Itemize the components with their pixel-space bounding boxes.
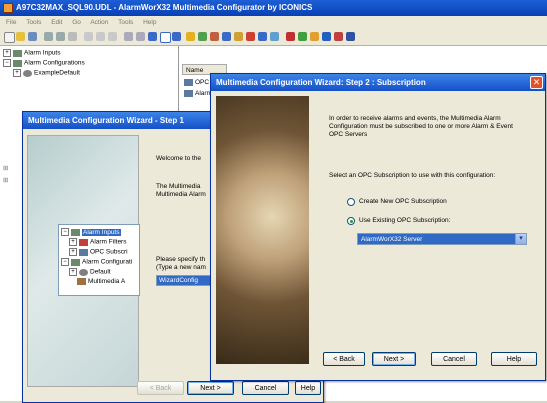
help-icon[interactable] [322,32,331,41]
preview-tree-item: − Alarm Inputs [61,228,121,236]
list-item[interactable]: OPC [184,79,209,86]
menu-bar: File Tools Edit Go Action Tools Help [0,16,547,29]
help-button[interactable]: Help [491,352,537,366]
menu-item-tools[interactable]: Tools [26,19,41,26]
intro-text-line1: The Multimedia [156,183,201,190]
tree-item-alarm-inputs[interactable]: + Alarm Inputs [3,49,61,57]
paste-icon[interactable] [108,32,117,41]
pager-icon[interactable] [258,32,267,41]
toolbar [0,29,547,46]
app-title: A97C32MAX_SQL90.UDL - AlarmWorX32 Multim… [16,3,313,12]
wizard-gears-image [216,96,309,364]
select-subscription-prompt: Select an OPC Subscription to use with t… [329,172,496,179]
menu-item-go[interactable]: Go [72,19,81,26]
specify-text-line1: Please specify th [156,256,206,263]
tree-expander: ⊞ [3,165,9,172]
subscription-info-text: In order to receive alarms and events, t… [329,115,513,138]
tree-item-alarm-configurations[interactable]: − Alarm Configurations [3,59,85,67]
use-existing-radio[interactable] [347,217,355,225]
subscription-selected-value: AlarmWorX32 Server [361,236,423,243]
network-icon[interactable] [270,32,279,41]
cut-icon[interactable] [84,32,93,41]
next-button[interactable]: Next > [372,352,416,366]
expand-icon[interactable]: + [3,49,11,57]
help-button[interactable]: Help [295,381,321,395]
new-icon[interactable] [4,32,15,43]
multimedia-icon [77,278,86,285]
next-button[interactable]: Next > [187,381,234,395]
chevron-down-icon[interactable]: ▾ [515,233,527,245]
subscription-dropdown[interactable]: AlarmWorX32 Server ▾ [357,233,527,245]
accept-icon[interactable] [298,32,307,41]
tools-icon[interactable] [334,32,343,41]
menu-item-help[interactable]: Help [143,19,156,26]
config-gear-icon [23,69,32,77]
config-name-field[interactable]: WizardConfig [156,275,216,286]
copy-icon[interactable] [96,32,105,41]
wizard-step2-window: Multimedia Configuration Wizard: Step 2 … [210,73,546,381]
open-folder-icon[interactable] [16,32,25,41]
wizard-step2-title: Multimedia Configuration Wizard: Step 2 … [211,74,545,91]
preview-tree-item: + Default [69,268,111,276]
large-icons-icon[interactable] [160,32,171,43]
email-icon[interactable] [246,32,255,41]
cancel-button[interactable]: Cancel [431,352,477,366]
menu-item-edit[interactable]: Edit [51,19,62,26]
alarm-configurations-icon [71,258,80,266]
print-icon[interactable] [310,32,319,41]
opc-subscription-icon [79,248,88,256]
create-new-radio[interactable] [347,198,355,206]
back-arrow-icon[interactable] [44,32,53,41]
alarm-filter-icon[interactable] [198,32,207,41]
use-existing-label[interactable]: Use Existing OPC Subscription: [359,217,450,225]
close-icon[interactable]: ✕ [530,76,543,89]
intro-text-line2: Multimedia Alarm [156,191,206,198]
alarm-inputs-icon [71,228,80,236]
pencil-icon[interactable] [186,32,195,41]
alarm-icon [184,90,193,97]
opc-subscription-icon [184,79,193,86]
cancel-button[interactable]: Cancel [242,381,289,395]
preview-tree-item: + OPC Subscri [69,248,128,256]
delete-icon[interactable] [286,32,295,41]
sort-icon[interactable] [136,32,145,41]
alarm-configurations-icon [13,59,22,67]
preview-tree-item: Multimedia A [77,278,125,285]
config-gear-icon [79,268,88,276]
menu-item-file[interactable]: File [6,19,16,26]
save-icon[interactable] [28,32,37,41]
tree-item-example-default[interactable]: + ExampleDefault [13,69,80,77]
list-view-icon[interactable] [124,32,133,41]
app-title-bar: A97C32MAX_SQL90.UDL - AlarmWorX32 Multim… [0,0,547,16]
forward-arrow-icon[interactable] [56,32,65,41]
sound-icon[interactable] [234,32,243,41]
preview-tree-item: + Alarm Filters [69,238,126,246]
alarm-inputs-icon [13,49,22,57]
back-button[interactable]: < Back [137,381,184,395]
back-button[interactable]: < Back [323,352,365,366]
details-view-icon[interactable] [148,32,157,41]
create-new-label[interactable]: Create New OPC Subscription [359,198,447,206]
specify-text-line2: (Type a new nam [156,264,206,271]
alarm-filters-icon [79,238,88,246]
server-icon[interactable] [222,32,231,41]
subscription-icon[interactable] [210,32,219,41]
expand-icon[interactable]: + [13,69,21,77]
about-icon[interactable] [346,32,355,41]
app-icon [3,3,13,13]
up-icon[interactable] [68,32,77,41]
collapse-icon[interactable]: − [3,59,11,67]
list-item[interactable]: Alarm [184,90,212,97]
menu-item-action[interactable]: Action [90,19,108,26]
grid-icon[interactable] [172,32,181,41]
preview-tree-item: − Alarm Configurati [61,258,132,266]
tree-expander: ⊞ [3,177,9,184]
wizard-preview-tree: − Alarm Inputs + Alarm Filters + OPC Subscr… [58,224,140,296]
welcome-text: Welcome to the [156,155,202,162]
menu-item-tools-2[interactable]: Tools [118,19,133,26]
